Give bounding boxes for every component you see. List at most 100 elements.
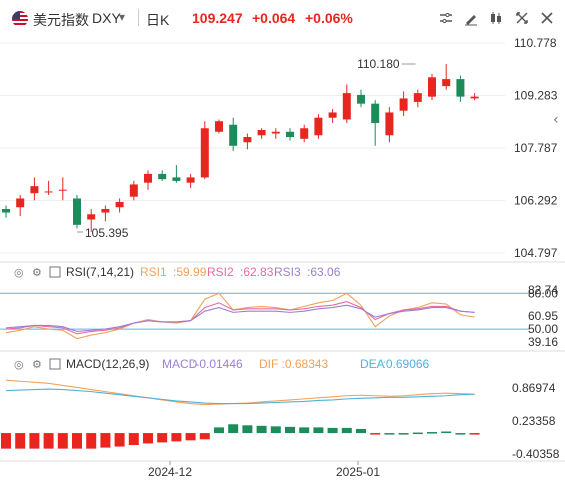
macd-histogram-bar	[199, 433, 210, 440]
chevron-left-icon: ‹	[553, 112, 559, 128]
rsi-legend-name: RSI3	[274, 265, 301, 279]
candle-body	[16, 198, 25, 208]
checkbox-icon	[49, 358, 61, 370]
candle-body	[200, 128, 209, 178]
candle-body	[58, 189, 67, 191]
macd-histogram-bar	[157, 433, 168, 443]
candle-body	[428, 77, 436, 97]
macd-histogram-bar	[285, 426, 295, 434]
candle-body	[129, 184, 138, 197]
y-tick-label: 107.787	[514, 141, 558, 155]
macd-title: MACD(12,26,9)	[66, 357, 149, 371]
candle-body	[371, 103, 380, 123]
macd-histogram-bar	[327, 427, 338, 434]
rsi-y-tick-label: 50.00	[528, 322, 558, 336]
candle-body	[243, 137, 252, 143]
macd-dif-line	[5, 379, 475, 406]
macd-legend-name: DEA	[360, 357, 385, 371]
rsi-series-line	[5, 292, 475, 340]
visibility-icon: ◎	[14, 358, 24, 371]
candle-body	[442, 79, 451, 87]
macd-histogram-bar	[29, 433, 40, 449]
candle-body	[115, 201, 124, 208]
macd-legend-value: :0.68343	[282, 357, 329, 371]
candle-body	[44, 191, 53, 193]
macd-histogram-bar	[299, 427, 310, 434]
rsi-y-tick-label: 82.74	[528, 283, 558, 297]
checkbox-icon	[49, 266, 61, 278]
high-annotation: 110.180	[357, 57, 400, 71]
candle-body	[456, 79, 465, 97]
y-tick-label: 109.283	[514, 88, 558, 102]
macd-legend-value: :-0.01446	[192, 357, 243, 371]
rsi-legend-name: RSI2	[207, 265, 234, 279]
macd-histogram-bar	[242, 425, 253, 434]
candle-body	[300, 128, 309, 139]
macd-histogram-bar	[256, 425, 267, 434]
candle-body	[2, 209, 10, 213]
macd-histogram-bar	[469, 433, 480, 435]
candle-body	[144, 173, 152, 183]
macd-histogram-bar	[128, 433, 139, 446]
candle-body	[73, 198, 81, 225]
y-tick-label: 110.778	[514, 36, 557, 50]
rsi-y-tick-label: 60.95	[528, 309, 558, 323]
macd-histogram-bar	[114, 433, 125, 447]
macd-y-tick-label: -0.40358	[512, 447, 560, 461]
macd-histogram-bar	[341, 427, 352, 434]
candle-body	[328, 112, 337, 118]
macd-histogram-bar	[455, 433, 466, 435]
macd-y-tick-label: 0.86974	[512, 381, 556, 395]
candle-body	[158, 173, 167, 180]
x-tick-label: 2025-01	[336, 465, 380, 479]
macd-histogram-bar	[86, 433, 97, 449]
candle-body	[101, 209, 110, 213]
macd-histogram-bar	[43, 433, 54, 449]
macd-histogram-bar	[313, 427, 324, 434]
macd-histogram-bar	[228, 424, 239, 434]
candle-body	[30, 186, 39, 194]
rsi-legend-value: :63.06	[307, 265, 341, 279]
rsi-legend-value: :59.99	[173, 265, 207, 279]
macd-histogram-bar	[185, 433, 196, 441]
candle-body	[385, 112, 394, 136]
macd-histogram-bar	[398, 433, 409, 435]
candle-body	[342, 93, 351, 120]
candle-body	[229, 124, 238, 146]
macd-histogram-bar	[143, 433, 153, 444]
chart-area[interactable]: 110.778 109.283 107.787 106.292 104.797 110.1…	[0, 0, 565, 485]
y-tick-label: 104.797	[514, 246, 558, 260]
candle-body	[257, 130, 266, 136]
macd-histogram-bar	[100, 433, 111, 448]
candle-body	[399, 98, 408, 111]
macd-histogram-bar	[15, 433, 26, 449]
rsi-legend-name: RSI1	[140, 265, 167, 279]
macd-dea-line	[5, 388, 475, 405]
candle-body	[172, 177, 181, 181]
macd-histogram-bar	[1, 433, 11, 449]
macd-histogram-bar	[384, 433, 395, 435]
candle-body	[357, 94, 365, 104]
rsi-y-tick-label: 39.16	[528, 335, 558, 349]
low-annotation: 105.395	[85, 226, 129, 240]
candle-body	[413, 93, 422, 102]
macd-histogram-bar	[370, 433, 381, 435]
macd-histogram-bar	[214, 427, 224, 434]
candle-body	[87, 214, 96, 220]
macd-histogram-bar	[171, 433, 182, 442]
macd-histogram-bar	[72, 433, 82, 449]
macd-y-tick-label: 0.23358	[512, 414, 556, 428]
candle-body	[470, 96, 479, 99]
macd-histogram-bar	[441, 431, 452, 434]
macd-histogram-bar	[57, 433, 68, 449]
rsi-legend-value: :62.83	[240, 265, 274, 279]
settings-icon: ⚙	[32, 358, 42, 371]
settings-icon: ⚙	[32, 266, 42, 279]
candle-body	[286, 131, 294, 138]
macd-histogram-bar	[427, 432, 437, 434]
macd-histogram-bar	[270, 426, 281, 434]
candle-body	[271, 131, 280, 134]
rsi-title: RSI(7,14,21)	[66, 265, 134, 279]
macd-histogram-bar	[412, 432, 423, 435]
macd-legend-name: DIF	[259, 357, 278, 371]
